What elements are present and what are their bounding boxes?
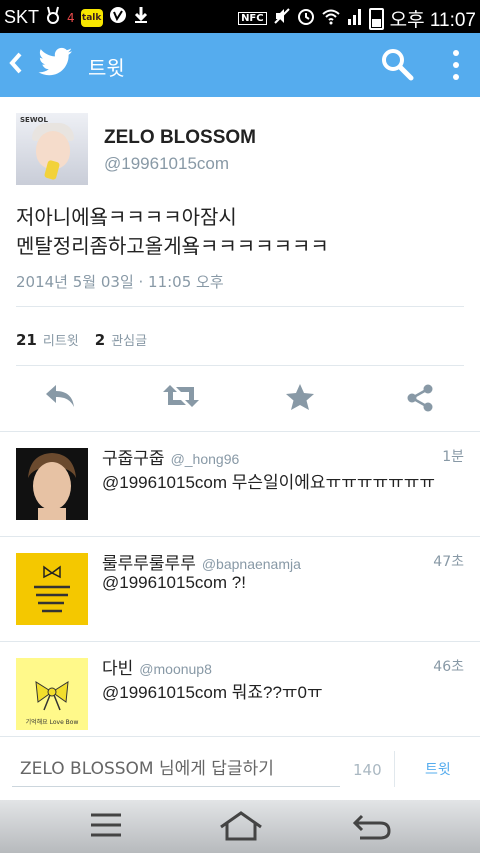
- back-chevron-icon[interactable]: [8, 51, 24, 82]
- alarm-icon: [297, 7, 315, 30]
- tweet-stats: 21 리트윗 2 관심글: [16, 330, 157, 349]
- status-bar: SKT 4 talk NFC 오후 11:07: [0, 0, 480, 33]
- reply-text: @19961015com 뭐죠??ㅠ0ㅠ: [102, 683, 323, 702]
- reply-item[interactable]: 룰루루룰루루 @bapnaenamja 47초 @19961015com ?!: [0, 537, 480, 642]
- divider: [16, 306, 464, 307]
- tweet-actions: [0, 383, 480, 417]
- char-counter: 140: [353, 761, 382, 779]
- avatar-tag: SEWOL: [20, 116, 48, 124]
- divider: [16, 365, 464, 366]
- kakaotalk-icon: talk: [80, 8, 103, 27]
- page-title: 트윗: [88, 56, 125, 80]
- tweet-text-line: 멘탈정리좀하고올게욬ㅋㅋㅋㅋㅋㅋㅋ: [16, 234, 329, 258]
- notification-count: 4: [67, 10, 75, 25]
- bunny-app-icon: [45, 6, 61, 29]
- favorite-label[interactable]: 관심글: [111, 330, 147, 349]
- reply-item[interactable]: 기억해요 Love Bow 다빈 @moonup8 46초 @19961015co…: [0, 642, 480, 747]
- download-icon: [133, 6, 149, 29]
- reply-avatar[interactable]: 기억해요 Love Bow: [16, 658, 88, 730]
- back-icon[interactable]: [352, 810, 392, 846]
- tweet-timestamp: 2014년 5월 03일 · 11:05 오후: [16, 273, 224, 291]
- menu-icon[interactable]: [88, 810, 124, 844]
- reply-author-name: 다빈: [102, 659, 134, 679]
- system-nav-bar: [0, 800, 480, 853]
- reply-author-name: 구줍구줍: [102, 449, 165, 469]
- reply-author-name: 룰루루룰루루: [102, 554, 196, 574]
- reply-input[interactable]: [12, 751, 340, 787]
- reply-text: @19961015com 무슨일이에요ㅠㅠㅠㅠㅠㅠㅠ: [102, 473, 436, 492]
- twitter-bird-icon[interactable]: [38, 47, 74, 81]
- avatar-caption: 기억해요 Love Bow: [26, 718, 79, 726]
- nfc-icon: NFC: [238, 12, 267, 25]
- wifi-icon: [321, 7, 341, 30]
- author-handle[interactable]: @19961015com: [104, 154, 229, 174]
- reply-author-handle: @bapnaenamja: [201, 556, 301, 572]
- reply-time: 1분: [442, 449, 464, 465]
- reply-text: @19961015com ?!: [102, 573, 246, 592]
- author-avatar[interactable]: SEWOL: [16, 113, 88, 185]
- reply-icon[interactable]: [44, 383, 76, 413]
- reply-avatar[interactable]: [16, 553, 88, 625]
- battery-icon: [368, 7, 384, 30]
- reply-time: 46초: [433, 659, 464, 675]
- divider: [394, 751, 395, 787]
- reply-author-handle: @moonup8: [139, 661, 212, 677]
- tweet-text-line: 저아니에욬ㅋㅋㅋㅋ아잠시: [16, 205, 237, 229]
- mute-icon: [273, 7, 291, 30]
- action-bar: 트윗: [0, 33, 480, 97]
- reply-author-handle: @_hong96: [170, 451, 240, 467]
- retweet-count[interactable]: 21: [16, 331, 37, 349]
- author-name[interactable]: ZELO BLOSSOM: [104, 127, 256, 149]
- retweet-icon[interactable]: [162, 383, 200, 413]
- signal-icon: [347, 7, 363, 30]
- reply-item[interactable]: 구줍구줍 @_hong96 1분 @19961015com 무슨일이에요ㅠㅠㅠㅠㅠ…: [0, 432, 480, 537]
- favorite-icon[interactable]: [285, 383, 315, 415]
- overflow-menu-icon[interactable]: [448, 50, 464, 80]
- reply-avatar[interactable]: [16, 448, 88, 520]
- vine-icon: [109, 6, 127, 29]
- search-icon[interactable]: [380, 47, 414, 85]
- tweet-text: 저아니에욬ㅋㅋㅋㅋ아잠시 멘탈정리좀하고올게욬ㅋㅋㅋㅋㅋㅋㅋ: [16, 203, 466, 261]
- tweet-send-button[interactable]: 트윗: [425, 759, 451, 779]
- clock: 오후 11:07: [389, 10, 476, 31]
- share-icon[interactable]: [405, 383, 435, 417]
- retweet-label[interactable]: 리트윗: [43, 330, 79, 349]
- reply-time: 47초: [433, 554, 464, 570]
- home-icon[interactable]: [218, 810, 264, 846]
- favorite-count[interactable]: 2: [95, 331, 105, 349]
- reply-compose-bar: 140 트윗: [0, 736, 480, 801]
- carrier-label: SKT: [4, 7, 40, 27]
